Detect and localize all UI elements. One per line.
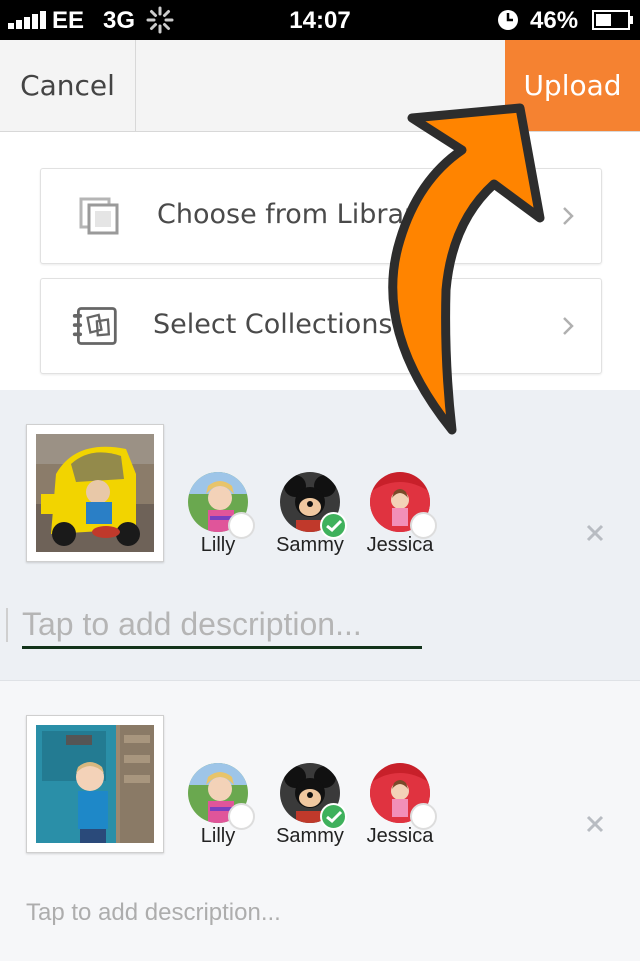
selection-check-icon: [410, 512, 437, 539]
person-name: Sammy: [276, 534, 344, 556]
navigation-bar: Cancel Upload: [0, 40, 640, 132]
upload-button[interactable]: Upload: [505, 40, 640, 131]
person-jessica[interactable]: Jessica: [350, 472, 450, 557]
selected-check-icon: [320, 803, 347, 830]
avatar: [280, 472, 347, 539]
photo-item: Lilly Sammy Jessica Tap to add descripti…: [0, 680, 640, 961]
remove-photo-icon[interactable]: [586, 524, 604, 542]
avatar: [280, 763, 347, 830]
person-lilly[interactable]: Lilly: [168, 763, 268, 848]
choose-from-library-label: Choose from Library: [157, 199, 432, 230]
photo-thumbnail[interactable]: [26, 424, 164, 562]
person-name: Jessica: [366, 825, 434, 847]
clock-icon: [498, 10, 518, 30]
select-collections-label: Select Collections: [153, 309, 393, 340]
remove-photo-icon[interactable]: [586, 815, 604, 833]
avatar: [370, 763, 437, 830]
chevron-right-icon: [563, 317, 574, 335]
select-collections-row[interactable]: Select Collections: [40, 278, 602, 374]
selection-check-icon: [228, 803, 255, 830]
person-name: Lilly: [200, 825, 236, 847]
person-jessica[interactable]: Jessica: [350, 763, 450, 848]
text-cursor: [6, 608, 8, 642]
selection-check-icon: [410, 803, 437, 830]
description-input[interactable]: Tap to add description...: [26, 899, 281, 927]
avatar: [188, 763, 255, 830]
description-input[interactable]: Tap to add description...: [22, 602, 422, 649]
avatar: [188, 472, 255, 539]
person-name: Sammy: [276, 825, 344, 847]
photo-item: Lilly Sammy Jessica Tap to add descripti…: [0, 390, 640, 680]
selection-check-icon: [228, 512, 255, 539]
person-lilly[interactable]: Lilly: [168, 472, 268, 557]
photo-library-icon: [79, 197, 119, 235]
battery-icon: [592, 10, 633, 30]
toddler-car-photo: [36, 434, 154, 552]
status-bar: EE 3G 14:07 46%: [0, 0, 640, 40]
selected-check-icon: [320, 512, 347, 539]
avatar: [370, 472, 437, 539]
cancel-button[interactable]: Cancel: [0, 40, 136, 131]
person-sammy[interactable]: Sammy: [260, 472, 360, 557]
toddler-door-photo: [36, 725, 154, 843]
person-name: Jessica: [366, 534, 434, 556]
chevron-right-icon: [563, 207, 574, 225]
person-name: Lilly: [200, 534, 236, 556]
person-sammy[interactable]: Sammy: [260, 763, 360, 848]
collections-icon: [72, 307, 117, 345]
choose-from-library-row[interactable]: Choose from Library: [40, 168, 602, 264]
photo-thumbnail[interactable]: [26, 715, 164, 853]
battery-percentage: 46%: [530, 7, 579, 34]
